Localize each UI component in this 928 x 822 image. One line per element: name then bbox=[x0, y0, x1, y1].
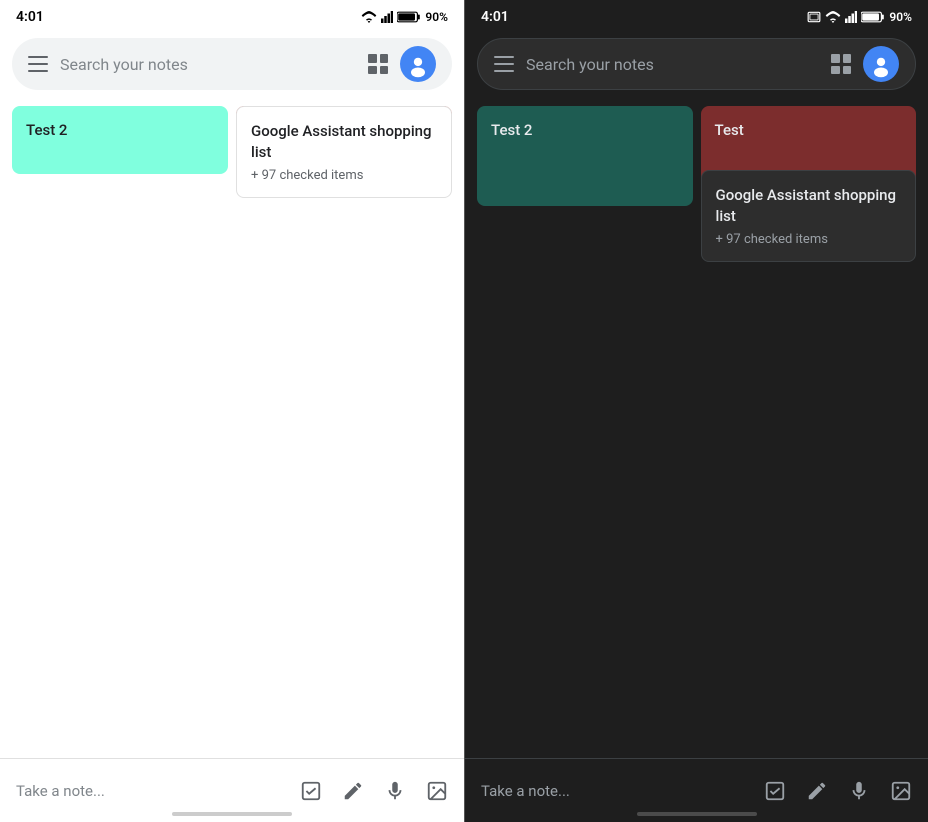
note-title-test2-light: Test 2 bbox=[26, 121, 67, 139]
search-placeholder-dark: Search your notes bbox=[526, 55, 819, 74]
note-title-shopping-light: Google Assistant shopping list bbox=[251, 122, 432, 161]
note-card-shopping-light[interactable]: Google Assistant shopping list + 97 chec… bbox=[236, 106, 452, 198]
dark-phone: 4:01 90% bbox=[464, 0, 928, 822]
signal-icon-light bbox=[381, 11, 393, 23]
toolbar-icons-light bbox=[300, 780, 448, 802]
hamburger-icon-dark[interactable] bbox=[494, 56, 514, 72]
screenshot-indicator-icon bbox=[807, 10, 821, 24]
note-card-test2-light[interactable]: Test 2 bbox=[12, 106, 228, 174]
wifi-icon-dark bbox=[825, 11, 841, 23]
battery-icon-light bbox=[397, 11, 421, 23]
grid-view-icon-dark[interactable] bbox=[831, 54, 851, 74]
note-card-test2-dark[interactable]: Test 2 bbox=[477, 106, 693, 206]
status-time-light: 4:01 bbox=[16, 9, 44, 25]
note-title-test2-dark: Test 2 bbox=[491, 121, 532, 139]
image-icon-light[interactable] bbox=[426, 780, 448, 802]
checkbox-icon-dark[interactable] bbox=[764, 780, 786, 802]
avatar-blob-dark bbox=[867, 50, 895, 78]
grid-view-icon-light[interactable] bbox=[368, 54, 388, 74]
wifi-icon-light bbox=[361, 11, 377, 23]
note-subtitle-shopping-dark: + 97 checked items bbox=[716, 232, 902, 247]
mic-icon-dark[interactable] bbox=[848, 780, 870, 802]
hamburger-icon-light[interactable] bbox=[28, 56, 48, 72]
signal-icon-dark bbox=[845, 11, 857, 23]
take-note-text-light[interactable]: Take a note... bbox=[16, 782, 300, 800]
status-icons-dark: 90% bbox=[807, 10, 912, 24]
note-subtitle-shopping-light: + 97 checked items bbox=[251, 168, 437, 183]
battery-text-light: 90% bbox=[425, 10, 448, 24]
avatar-blob-light bbox=[404, 50, 432, 78]
status-bar-light: 4:01 90% bbox=[0, 0, 464, 30]
image-icon-dark[interactable] bbox=[890, 780, 912, 802]
battery-text-dark: 90% bbox=[889, 10, 912, 24]
mic-icon-light[interactable] bbox=[384, 780, 406, 802]
battery-icon-dark bbox=[861, 11, 885, 23]
search-placeholder-light: Search your notes bbox=[60, 55, 356, 74]
notes-grid-dark: Test 2 Test Google Assistant shopping li… bbox=[465, 98, 928, 270]
home-indicator-light bbox=[172, 812, 292, 816]
pencil-icon-dark[interactable] bbox=[806, 780, 828, 802]
note-title-shopping-dark: Google Assistant shopping list bbox=[716, 186, 897, 225]
status-icons-light: 90% bbox=[361, 10, 448, 24]
avatar-light[interactable] bbox=[400, 46, 436, 82]
light-phone: 4:01 90% Search your notes bbox=[0, 0, 464, 822]
note-card-shopping-dark[interactable]: Google Assistant shopping list + 97 chec… bbox=[701, 170, 917, 262]
notes-grid-light: Test 2 Test Google Assistant shopping li… bbox=[0, 98, 464, 206]
pencil-icon-light[interactable] bbox=[342, 780, 364, 802]
take-note-text-dark[interactable]: Take a note... bbox=[481, 782, 764, 800]
search-bar-light[interactable]: Search your notes bbox=[12, 38, 452, 90]
toolbar-icons-dark bbox=[764, 780, 912, 802]
search-bar-dark[interactable]: Search your notes bbox=[477, 38, 916, 90]
status-time-dark: 4:01 bbox=[481, 9, 509, 25]
home-indicator-dark bbox=[637, 812, 757, 816]
avatar-dark[interactable] bbox=[863, 46, 899, 82]
checkbox-icon-light[interactable] bbox=[300, 780, 322, 802]
note-title-test-dark: Test bbox=[715, 121, 744, 139]
status-bar-dark: 4:01 90% bbox=[465, 0, 928, 30]
